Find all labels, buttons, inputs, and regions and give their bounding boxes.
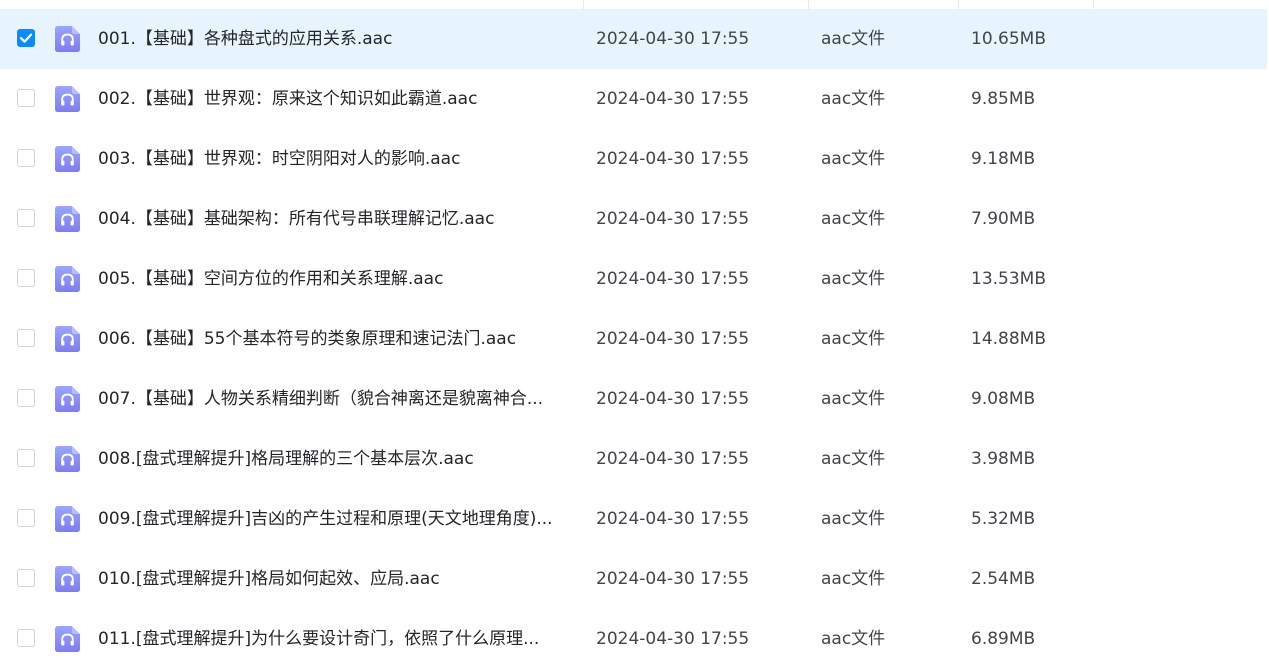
file-row[interactable]: 003.【基础】世界观：时空阴阳对人的影响.aac 2024-04-30 17:5… bbox=[0, 129, 1267, 189]
file-size: 7.90MB bbox=[971, 209, 1036, 229]
file-modified-date: 2024-04-30 17:55 bbox=[596, 629, 750, 649]
file-modified-date: 2024-04-30 17:55 bbox=[596, 269, 750, 289]
file-name[interactable]: 001.【基础】各种盘式的应用关系.aac bbox=[98, 9, 570, 69]
checkmark-icon bbox=[19, 33, 33, 43]
file-row[interactable]: 006.【基础】55个基本符号的类象原理和速记法门.aac 2024-04-30 … bbox=[0, 309, 1267, 369]
file-type: aac文件 bbox=[821, 209, 886, 229]
file-type: aac文件 bbox=[821, 329, 886, 349]
file-name[interactable]: 005.【基础】空间方位的作用和关系理解.aac bbox=[98, 249, 570, 309]
audio-headphones-icon bbox=[55, 266, 80, 292]
column-divider-type[interactable] bbox=[958, 0, 959, 9]
file-row[interactable]: 007.【基础】人物关系精细判断（貌合神离还是貌离神合... 2024-04-30… bbox=[0, 369, 1267, 429]
audio-headphones-icon bbox=[55, 146, 80, 172]
file-size: 2.54MB bbox=[971, 569, 1036, 589]
audio-headphones-icon bbox=[55, 206, 80, 232]
file-type: aac文件 bbox=[821, 509, 886, 529]
file-name[interactable]: 002.【基础】世界观：原来这个知识如此霸道.aac bbox=[98, 69, 570, 129]
file-size: 10.65MB bbox=[971, 29, 1046, 49]
file-type: aac文件 bbox=[821, 569, 886, 589]
file-name[interactable]: 006.【基础】55个基本符号的类象原理和速记法门.aac bbox=[98, 309, 570, 369]
file-size: 9.18MB bbox=[971, 149, 1036, 169]
row-checkbox[interactable] bbox=[17, 509, 35, 527]
row-checkbox[interactable] bbox=[17, 149, 35, 167]
file-row[interactable]: 010.[盘式理解提升]格局如何起效、应局.aac 2024-04-30 17:5… bbox=[0, 549, 1267, 609]
file-name[interactable]: 010.[盘式理解提升]格局如何起效、应局.aac bbox=[98, 549, 570, 609]
file-modified-date: 2024-04-30 17:55 bbox=[596, 329, 750, 349]
file-row[interactable]: 011.[盘式理解提升]为什么要设计奇门，依照了什么原理... 2024-04-3… bbox=[0, 609, 1267, 669]
file-size: 13.53MB bbox=[971, 269, 1046, 289]
file-name[interactable]: 003.【基础】世界观：时空阴阳对人的影响.aac bbox=[98, 129, 570, 189]
audio-headphones-icon bbox=[55, 626, 80, 652]
file-row[interactable]: 002.【基础】世界观：原来这个知识如此霸道.aac 2024-04-30 17:… bbox=[0, 69, 1267, 129]
file-type: aac文件 bbox=[821, 149, 886, 169]
file-name[interactable]: 011.[盘式理解提升]为什么要设计奇门，依照了什么原理... bbox=[98, 609, 570, 669]
row-checkbox[interactable] bbox=[17, 449, 35, 467]
row-checkbox[interactable] bbox=[17, 569, 35, 587]
file-size: 14.88MB bbox=[971, 329, 1046, 349]
file-size: 9.85MB bbox=[971, 89, 1036, 109]
row-checkbox[interactable] bbox=[17, 269, 35, 287]
file-modified-date: 2024-04-30 17:55 bbox=[596, 569, 750, 589]
audio-headphones-icon bbox=[55, 446, 80, 472]
file-row[interactable]: 005.【基础】空间方位的作用和关系理解.aac 2024-04-30 17:55… bbox=[0, 249, 1267, 309]
file-modified-date: 2024-04-30 17:55 bbox=[596, 149, 750, 169]
file-modified-date: 2024-04-30 17:55 bbox=[596, 449, 750, 469]
audio-headphones-icon bbox=[55, 566, 80, 592]
file-size: 5.32MB bbox=[971, 509, 1036, 529]
file-type: aac文件 bbox=[821, 269, 886, 289]
audio-headphones-icon bbox=[55, 86, 80, 112]
file-list: 001.【基础】各种盘式的应用关系.aac 2024-04-30 17:55 aac… bbox=[0, 9, 1269, 669]
file-size: 9.08MB bbox=[971, 389, 1036, 409]
column-divider-size[interactable] bbox=[1093, 0, 1094, 9]
audio-headphones-icon bbox=[55, 26, 80, 52]
file-row[interactable]: 009.[盘式理解提升]吉凶的产生过程和原理(天文地理角度)... 2024-04… bbox=[0, 489, 1267, 549]
row-checkbox[interactable] bbox=[17, 209, 35, 227]
row-checkbox[interactable] bbox=[17, 389, 35, 407]
file-modified-date: 2024-04-30 17:55 bbox=[596, 509, 750, 529]
file-name[interactable]: 004.【基础】基础架构：所有代号串联理解记忆.aac bbox=[98, 189, 570, 249]
file-modified-date: 2024-04-30 17:55 bbox=[596, 89, 750, 109]
file-type: aac文件 bbox=[821, 449, 886, 469]
file-type: aac文件 bbox=[821, 629, 886, 649]
file-name[interactable]: 008.[盘式理解提升]格局理解的三个基本层次.aac bbox=[98, 429, 570, 489]
file-row[interactable]: 008.[盘式理解提升]格局理解的三个基本层次.aac 2024-04-30 17… bbox=[0, 429, 1267, 489]
row-checkbox[interactable] bbox=[17, 329, 35, 347]
list-header-strip bbox=[0, 0, 1269, 9]
file-row[interactable]: 001.【基础】各种盘式的应用关系.aac 2024-04-30 17:55 aac… bbox=[0, 9, 1267, 69]
file-type: aac文件 bbox=[821, 389, 886, 409]
file-type: aac文件 bbox=[821, 29, 886, 49]
row-checkbox[interactable] bbox=[17, 89, 35, 107]
file-row[interactable]: 004.【基础】基础架构：所有代号串联理解记忆.aac 2024-04-30 17… bbox=[0, 189, 1267, 249]
column-divider-name[interactable] bbox=[583, 0, 584, 9]
file-modified-date: 2024-04-30 17:55 bbox=[596, 29, 750, 49]
row-checkbox-checked[interactable] bbox=[17, 29, 35, 47]
file-size: 6.89MB bbox=[971, 629, 1036, 649]
column-divider-date[interactable] bbox=[808, 0, 809, 9]
file-modified-date: 2024-04-30 17:55 bbox=[596, 389, 750, 409]
audio-headphones-icon bbox=[55, 386, 80, 412]
file-name[interactable]: 007.【基础】人物关系精细判断（貌合神离还是貌离神合... bbox=[98, 369, 570, 429]
file-type: aac文件 bbox=[821, 89, 886, 109]
file-size: 3.98MB bbox=[971, 449, 1036, 469]
audio-headphones-icon bbox=[55, 326, 80, 352]
row-checkbox[interactable] bbox=[17, 629, 35, 647]
file-name[interactable]: 009.[盘式理解提升]吉凶的产生过程和原理(天文地理角度)... bbox=[98, 489, 570, 549]
file-modified-date: 2024-04-30 17:55 bbox=[596, 209, 750, 229]
audio-headphones-icon bbox=[55, 506, 80, 532]
